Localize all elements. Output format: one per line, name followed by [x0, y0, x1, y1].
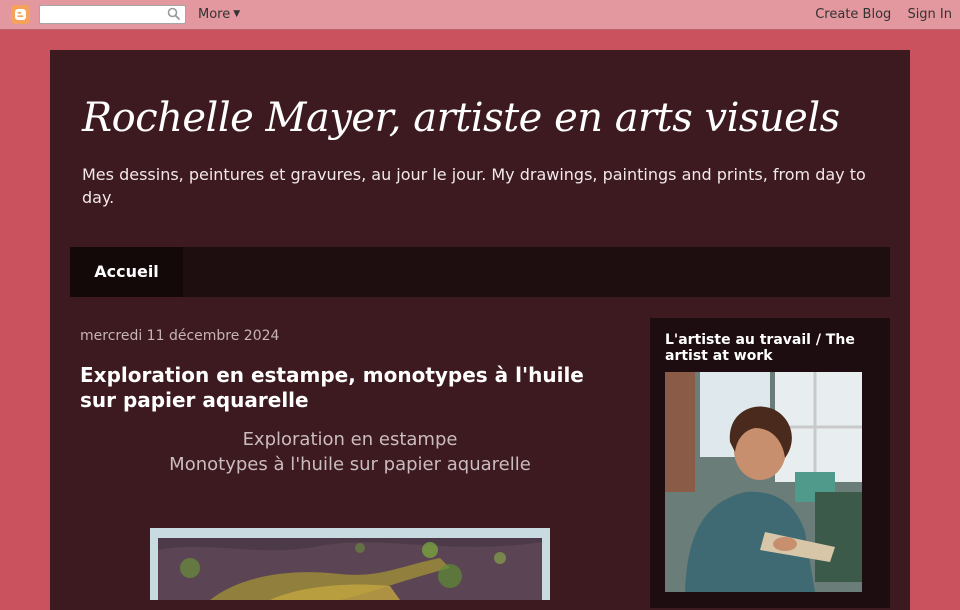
- widget-title: L'artiste au travail / The artist at wor…: [665, 332, 855, 364]
- blogger-navbar: More ▼ Create Blog Sign In: [0, 0, 960, 30]
- search-field[interactable]: [39, 5, 186, 26]
- post-body: Exploration en estampe Monotypes à l'hui…: [80, 427, 620, 477]
- sidebar-widget-artist: L'artiste au travail / The artist at wor…: [650, 318, 890, 608]
- pages-tabs: Accueil: [70, 247, 890, 297]
- content-outer: Rochelle Mayer, artiste en arts visuels …: [50, 50, 910, 610]
- artist-photo[interactable]: [665, 372, 862, 592]
- sign-in-link[interactable]: Sign In: [907, 7, 952, 22]
- blog-title[interactable]: Rochelle Mayer, artiste en arts visuels: [82, 95, 840, 141]
- search-icon[interactable]: [167, 7, 181, 21]
- caret-down-icon: ▼: [233, 9, 241, 19]
- post-title[interactable]: Exploration en estampe, monotypes à l'hu…: [80, 363, 620, 413]
- tab-accueil[interactable]: Accueil: [70, 247, 183, 297]
- blog-description: Mes dessins, peintures et gravures, au j…: [82, 165, 866, 207]
- more-menu-button[interactable]: More ▼: [198, 7, 240, 22]
- post-artwork-image[interactable]: [150, 528, 550, 600]
- search-input[interactable]: [40, 9, 168, 26]
- create-blog-link[interactable]: Create Blog: [815, 7, 891, 22]
- more-menu-label: More: [198, 7, 231, 22]
- post-body-line: Exploration en estampe: [242, 429, 458, 450]
- artwork-image: [150, 528, 550, 600]
- navbar-actions: Create Blog Sign In: [803, 7, 952, 22]
- post-body-line: Monotypes à l'huile sur papier aquarelle: [169, 454, 531, 475]
- artist-photo-image: [665, 372, 862, 592]
- post-date: mercredi 11 décembre 2024: [80, 328, 280, 344]
- blogger-logo-icon[interactable]: [11, 5, 30, 24]
